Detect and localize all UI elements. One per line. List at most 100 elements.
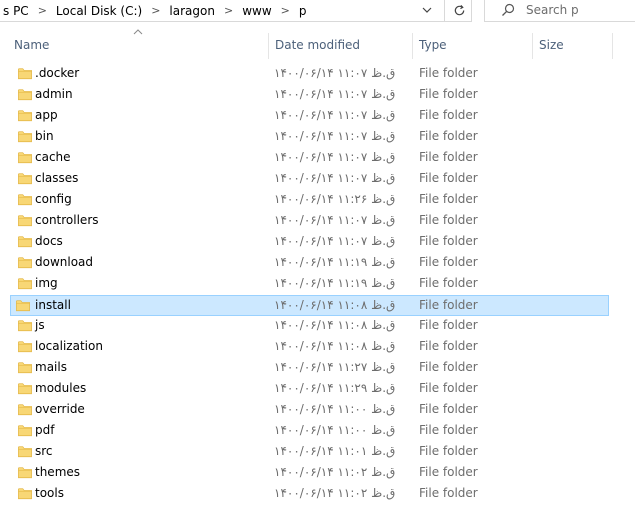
folder-icon bbox=[18, 89, 32, 101]
column-header-size[interactable]: Size bbox=[539, 36, 564, 58]
file-type: File folder bbox=[419, 87, 478, 101]
file-date-modified: ۱۴۰۰/۰۶/۱۴ ق.ظ ۱۱:۰۰ bbox=[274, 423, 396, 437]
folder-icon bbox=[18, 173, 32, 185]
column-header-name[interactable]: Name bbox=[14, 36, 49, 58]
file-date-modified: ۱۴۰۰/۰۶/۱۴ ق.ظ ۱۱:۱۹ bbox=[274, 255, 396, 269]
file-row[interactable]: .docker ۱۴۰۰/۰۶/۱۴ ق.ظ ۱۱:۰۷ File folder bbox=[0, 63, 609, 84]
file-row[interactable]: mails ۱۴۰۰/۰۶/۱۴ ق.ظ ۱۱:۲۷ File folder bbox=[0, 357, 609, 378]
file-name: classes bbox=[35, 171, 79, 185]
file-date-modified: ۱۴۰۰/۰۶/۱۴ ق.ظ ۱۱:۰۷ bbox=[274, 234, 396, 248]
folder-icon bbox=[18, 341, 32, 353]
breadcrumb: s PC > Local Disk (C:) > laragon > www > p bbox=[0, 3, 309, 18]
breadcrumb-local-disk[interactable]: Local Disk (C:) bbox=[53, 4, 145, 18]
file-type: File folder bbox=[419, 465, 478, 479]
file-name: download bbox=[35, 255, 94, 269]
file-row[interactable]: src ۱۴۰۰/۰۶/۱۴ ق.ظ ۱۱:۰۱ File folder bbox=[0, 441, 609, 462]
file-name: admin bbox=[35, 87, 73, 101]
search-input[interactable]: Search p bbox=[484, 0, 635, 22]
file-name: js bbox=[35, 318, 45, 332]
breadcrumb-p[interactable]: p bbox=[296, 4, 310, 18]
file-name: mails bbox=[35, 360, 67, 374]
file-row[interactable]: controllers ۱۴۰۰/۰۶/۱۴ ق.ظ ۱۱:۰۷ File fo… bbox=[0, 210, 609, 231]
breadcrumb-laragon[interactable]: laragon bbox=[166, 4, 218, 18]
folder-icon bbox=[18, 257, 32, 269]
folder-icon bbox=[18, 320, 32, 332]
file-date-modified: ۱۴۰۰/۰۶/۱۴ ق.ظ ۱۱:۰۷ bbox=[274, 171, 396, 185]
folder-icon bbox=[18, 152, 32, 164]
file-date-modified: ۱۴۰۰/۰۶/۱۴ ق.ظ ۱۱:۲۷ bbox=[274, 360, 396, 374]
file-type: File folder bbox=[419, 213, 478, 227]
file-row[interactable]: tools ۱۴۰۰/۰۶/۱۴ ق.ظ ۱۱:۰۲ File folder bbox=[0, 483, 609, 504]
file-name: cache bbox=[35, 150, 71, 164]
column-header-date[interactable]: Date modified bbox=[275, 36, 360, 58]
file-row[interactable]: modules ۱۴۰۰/۰۶/۱۴ ق.ظ ۱۱:۲۹ File folder bbox=[0, 378, 609, 399]
column-header-type[interactable]: Type bbox=[419, 36, 447, 58]
column-divider[interactable] bbox=[532, 33, 533, 59]
file-type: File folder bbox=[419, 486, 478, 500]
file-type: File folder bbox=[419, 339, 478, 353]
file-row[interactable]: admin ۱۴۰۰/۰۶/۱۴ ق.ظ ۱۱:۰۷ File folder bbox=[0, 84, 609, 105]
folder-icon bbox=[18, 278, 32, 290]
file-row[interactable]: bin ۱۴۰۰/۰۶/۱۴ ق.ظ ۱۱:۰۷ File folder bbox=[0, 126, 609, 147]
file-date-modified: ۱۴۰۰/۰۶/۱۴ ق.ظ ۱۱:۰۸ bbox=[274, 298, 396, 312]
folder-icon bbox=[18, 68, 32, 80]
folder-icon bbox=[18, 215, 32, 227]
file-row[interactable]: pdf ۱۴۰۰/۰۶/۱۴ ق.ظ ۱۱:۰۰ File folder bbox=[0, 420, 609, 441]
file-type: File folder bbox=[419, 234, 478, 248]
chevron-right-icon[interactable]: > bbox=[275, 4, 296, 17]
file-type: File folder bbox=[419, 108, 478, 122]
breadcrumb-this-pc[interactable]: s PC bbox=[0, 4, 32, 18]
file-type: File folder bbox=[419, 255, 478, 269]
column-divider[interactable] bbox=[412, 33, 413, 59]
refresh-icon[interactable] bbox=[444, 0, 473, 22]
file-type: File folder bbox=[419, 276, 478, 290]
folder-icon bbox=[18, 110, 32, 122]
file-row[interactable]: classes ۱۴۰۰/۰۶/۱۴ ق.ظ ۱۱:۰۷ File folder bbox=[0, 168, 609, 189]
folder-icon bbox=[18, 194, 32, 206]
chevron-down-icon[interactable] bbox=[414, 0, 440, 22]
chevron-right-icon[interactable]: > bbox=[218, 4, 239, 17]
file-row[interactable]: localization ۱۴۰۰/۰۶/۱۴ ق.ظ ۱۱:۰۸ File f… bbox=[0, 336, 609, 357]
file-name: pdf bbox=[35, 423, 55, 437]
file-type: File folder bbox=[419, 66, 478, 80]
chevron-right-icon[interactable]: > bbox=[32, 4, 53, 17]
file-row[interactable]: docs ۱۴۰۰/۰۶/۱۴ ق.ظ ۱۱:۰۷ File folder bbox=[0, 231, 609, 252]
file-name: app bbox=[35, 108, 58, 122]
file-row[interactable]: config ۱۴۰۰/۰۶/۱۴ ق.ظ ۱۱:۲۶ File folder bbox=[0, 189, 609, 210]
file-row[interactable]: install ۱۴۰۰/۰۶/۱۴ ق.ظ ۱۱:۰۸ File folder bbox=[10, 295, 609, 316]
file-date-modified: ۱۴۰۰/۰۶/۱۴ ق.ظ ۱۱:۲۶ bbox=[274, 192, 396, 206]
file-name: tools bbox=[35, 486, 64, 500]
folder-icon bbox=[18, 383, 32, 395]
chevron-right-icon[interactable]: > bbox=[145, 4, 166, 17]
file-type: File folder bbox=[419, 192, 478, 206]
file-date-modified: ۱۴۰۰/۰۶/۱۴ ق.ظ ۱۱:۲۹ bbox=[274, 381, 396, 395]
file-date-modified: ۱۴۰۰/۰۶/۱۴ ق.ظ ۱۱:۰۷ bbox=[274, 66, 396, 80]
file-type: File folder bbox=[419, 381, 478, 395]
breadcrumb-www[interactable]: www bbox=[239, 4, 274, 18]
address-bar[interactable]: s PC > Local Disk (C:) > laragon > www > p bbox=[0, 0, 472, 22]
file-date-modified: ۱۴۰۰/۰۶/۱۴ ق.ظ ۱۱:۰۸ bbox=[274, 318, 396, 332]
file-type: File folder bbox=[419, 360, 478, 374]
file-row[interactable]: themes ۱۴۰۰/۰۶/۱۴ ق.ظ ۱۱:۰۲ File folder bbox=[0, 462, 609, 483]
file-date-modified: ۱۴۰۰/۰۶/۱۴ ق.ظ ۱۱:۰۸ bbox=[274, 339, 396, 353]
file-date-modified: ۱۴۰۰/۰۶/۱۴ ق.ظ ۱۱:۰۱ bbox=[274, 444, 396, 458]
file-row[interactable]: download ۱۴۰۰/۰۶/۱۴ ق.ظ ۱۱:۱۹ File folde… bbox=[0, 252, 609, 273]
file-row[interactable]: override ۱۴۰۰/۰۶/۱۴ ق.ظ ۱۱:۰۰ File folde… bbox=[0, 399, 609, 420]
folder-icon bbox=[18, 425, 32, 437]
file-date-modified: ۱۴۰۰/۰۶/۱۴ ق.ظ ۱۱:۰۷ bbox=[274, 150, 396, 164]
file-name: install bbox=[35, 298, 71, 312]
file-date-modified: ۱۴۰۰/۰۶/۱۴ ق.ظ ۱۱:۰۲ bbox=[274, 486, 396, 500]
folder-icon bbox=[18, 488, 32, 500]
file-row[interactable]: img ۱۴۰۰/۰۶/۱۴ ق.ظ ۱۱:۱۹ File folder bbox=[0, 273, 609, 294]
column-divider[interactable] bbox=[268, 33, 269, 59]
folder-icon bbox=[18, 404, 32, 416]
folder-icon bbox=[16, 300, 30, 312]
file-name: override bbox=[35, 402, 85, 416]
column-divider[interactable] bbox=[612, 33, 613, 59]
file-row[interactable]: app ۱۴۰۰/۰۶/۱۴ ق.ظ ۱۱:۰۷ File folder bbox=[0, 105, 609, 126]
file-type: File folder bbox=[419, 444, 478, 458]
file-row[interactable]: js ۱۴۰۰/۰۶/۱۴ ق.ظ ۱۱:۰۸ File folder bbox=[0, 315, 609, 336]
search-icon bbox=[502, 3, 515, 16]
file-row[interactable]: cache ۱۴۰۰/۰۶/۱۴ ق.ظ ۱۱:۰۷ File folder bbox=[0, 147, 609, 168]
file-date-modified: ۱۴۰۰/۰۶/۱۴ ق.ظ ۱۱:۰۷ bbox=[274, 108, 396, 122]
